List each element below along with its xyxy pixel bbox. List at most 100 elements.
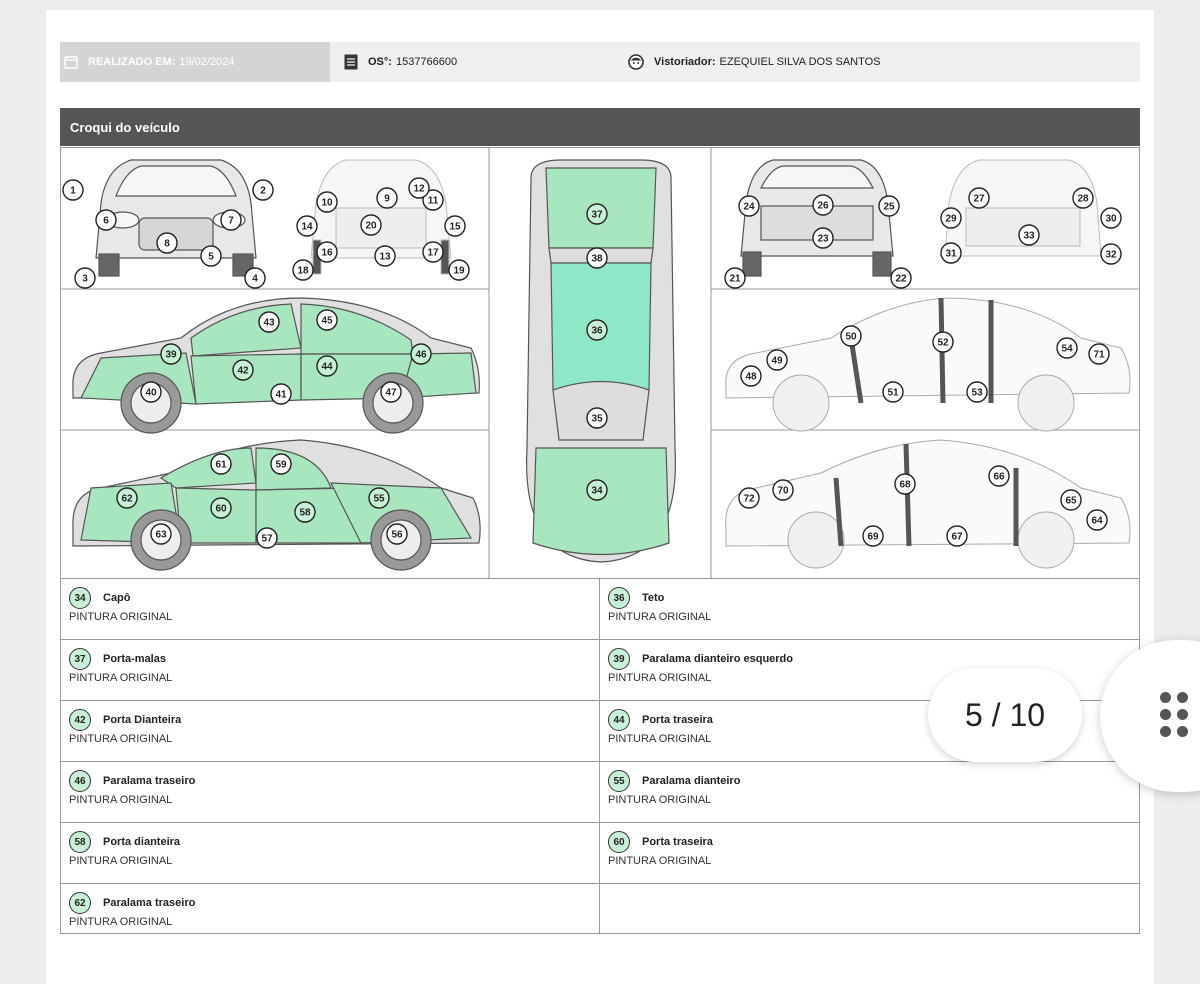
part-marker: 55 xyxy=(368,487,390,509)
vehicle-diagram-svg: 1 23 456 78910 11121314 1516 1718 192021 222324 2… xyxy=(61,148,1139,578)
part-marker: 20 xyxy=(360,214,382,236)
part-marker: 30 xyxy=(1100,207,1122,229)
part-marker: 44 xyxy=(316,355,338,377)
part-marker-label: 62 xyxy=(121,494,133,505)
part-item: 36 Teto PINTURA ORIGINAL xyxy=(599,579,1140,640)
part-marker: 27 xyxy=(968,187,990,209)
grid-dots-icon[interactable] xyxy=(1160,692,1200,740)
part-marker: 52 xyxy=(932,331,954,353)
part-marker-label: 39 xyxy=(165,350,177,361)
part-marker-label: 72 xyxy=(743,494,755,505)
part-marker-label: 37 xyxy=(591,210,603,221)
part-marker: 23 xyxy=(812,227,834,249)
part-marker-label: 58 xyxy=(299,508,311,519)
part-marker-label: 46 xyxy=(415,350,427,361)
part-name: Porta Dianteira xyxy=(103,714,182,726)
date-block: REALIZADO EM: 19/02/2024 xyxy=(60,42,330,82)
part-marker-label: 42 xyxy=(237,366,249,377)
part-marker: 46 xyxy=(410,343,432,365)
part-header: 36 Teto xyxy=(608,587,1131,609)
part-marker: 64 xyxy=(1086,509,1108,531)
part-marker-label: 29 xyxy=(945,214,957,225)
part-marker-label: 66 xyxy=(993,472,1005,483)
part-marker-label: 1 xyxy=(70,186,76,197)
part-marker: 58 xyxy=(294,501,316,523)
part-marker-label: 64 xyxy=(1091,516,1103,527)
part-name: Porta traseira xyxy=(642,714,713,726)
vehicle-diagram: 1 2 3 4 5 6 7 8 9 10 11 12 13 14 15 16 17 18 19 20 21 22 23 24 2… xyxy=(60,147,1140,579)
part-number-badge: 62 xyxy=(69,892,91,914)
part-marker-label: 35 xyxy=(591,414,603,425)
part-marker-label: 56 xyxy=(391,530,403,541)
part-marker-label: 70 xyxy=(777,486,789,497)
part-name: Porta-malas xyxy=(103,653,166,665)
part-marker-label: 51 xyxy=(887,388,899,399)
part-marker: 57 xyxy=(256,527,278,549)
part-marker: 12 xyxy=(408,177,430,199)
part-marker: 53 xyxy=(966,381,988,403)
parts-row: 58 Porta dianteira PINTURA ORIGINAL 60 Porta… xyxy=(60,823,1140,884)
part-marker-label: 55 xyxy=(373,494,385,505)
part-marker-label: 44 xyxy=(321,362,333,373)
part-marker-label: 38 xyxy=(591,254,603,265)
part-marker-label: 43 xyxy=(263,318,275,329)
part-marker-label: 25 xyxy=(883,202,895,213)
part-name: Porta dianteira xyxy=(103,836,181,848)
part-number-badge: 46 xyxy=(69,770,91,792)
part-item: 58 Porta dianteira PINTURA ORIGINAL xyxy=(60,823,600,884)
part-marker-label: 18 xyxy=(297,266,309,277)
part-marker-label: 41 xyxy=(275,390,287,401)
part-status: PINTURA ORIGINAL xyxy=(608,611,712,623)
part-status: PINTURA ORIGINAL xyxy=(69,855,173,867)
part-marker: 47 xyxy=(380,381,402,403)
part-marker-label: 31 xyxy=(945,249,957,260)
empty-cell xyxy=(599,884,1140,934)
parts-row: 34 Capô PINTURA ORIGINAL 36 Teto PINTURA ORIG… xyxy=(60,579,1140,640)
part-name: Paralama dianteiro esquerdo xyxy=(642,653,793,665)
part-marker: 24 xyxy=(738,195,760,217)
date-label: REALIZADO EM: xyxy=(88,56,176,68)
part-marker: 17 xyxy=(422,241,444,263)
part-marker-label: 16 xyxy=(321,248,333,259)
part-status: PINTURA ORIGINAL xyxy=(608,855,712,867)
date-value: 19/02/2024 xyxy=(179,56,235,68)
part-marker: 56 xyxy=(386,523,408,545)
part-marker: 10 xyxy=(316,191,338,213)
part-marker-label: 36 xyxy=(591,326,603,337)
part-marker: 50 xyxy=(840,325,862,347)
part-marker-label: 21 xyxy=(729,274,741,285)
part-marker-label: 6 xyxy=(103,216,109,227)
part-marker-label: 28 xyxy=(1077,194,1089,205)
part-marker: 60 xyxy=(210,497,232,519)
part-marker: 41 xyxy=(270,383,292,405)
part-item: 55 Paralama dianteiro PINTURA ORIGINAL xyxy=(599,762,1140,823)
part-marker: 13 xyxy=(374,245,396,267)
calendar-icon xyxy=(64,55,78,69)
part-marker-label: 63 xyxy=(155,530,167,541)
part-marker-label: 67 xyxy=(951,532,963,543)
part-number-badge: 34 xyxy=(69,587,91,609)
part-marker: 2 xyxy=(252,179,274,201)
part-marker-label: 19 xyxy=(453,266,465,277)
part-marker-label: 45 xyxy=(321,316,333,327)
part-marker-label: 10 xyxy=(321,198,333,209)
part-status: PINTURA ORIGINAL xyxy=(69,733,173,745)
part-name: Paralama dianteiro xyxy=(642,775,741,787)
report-header: REALIZADO EM: 19/02/2024 OS°: 1537766600… xyxy=(60,42,1140,82)
part-marker: 16 xyxy=(316,241,338,263)
part-header: 58 Porta dianteira xyxy=(69,831,591,853)
part-marker: 31 xyxy=(940,242,962,264)
part-marker-label: 40 xyxy=(145,388,157,399)
part-marker: 45 xyxy=(316,309,338,331)
inspector-value: EZEQUIEL SILVA DOS SANTOS xyxy=(719,56,881,68)
part-marker-label: 47 xyxy=(385,388,397,399)
part-name: Porta traseira xyxy=(642,836,713,848)
page-indicator[interactable]: 5 / 10 xyxy=(928,668,1082,762)
part-marker: 4 xyxy=(244,267,266,289)
part-marker-label: 2 xyxy=(260,186,266,197)
part-marker-label: 13 xyxy=(379,252,391,263)
part-marker-label: 34 xyxy=(591,486,603,497)
part-marker: 36 xyxy=(586,319,608,341)
inspector-label: Vistoriador: xyxy=(654,56,716,68)
part-marker: 48 xyxy=(740,365,762,387)
